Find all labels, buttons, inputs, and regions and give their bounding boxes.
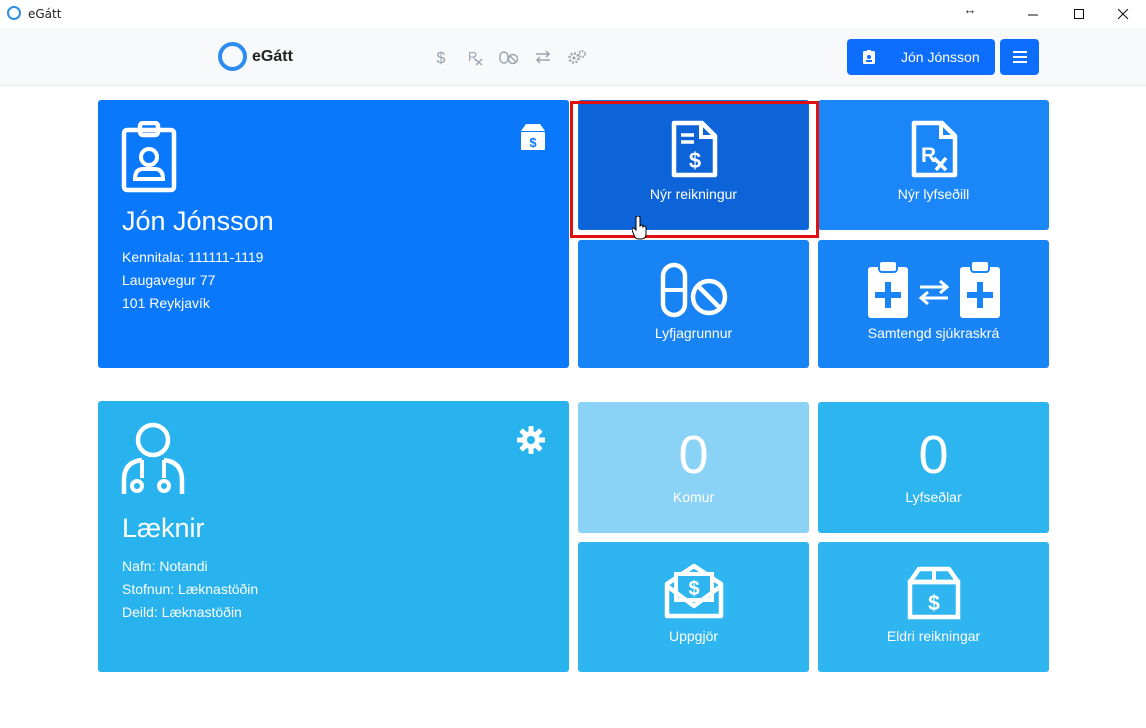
doctor-icon bbox=[121, 422, 185, 494]
hand-cursor-icon bbox=[632, 216, 647, 240]
hamburger-icon bbox=[1012, 51, 1027, 63]
svg-text:$: $ bbox=[529, 135, 537, 150]
window-title: eGátt bbox=[28, 7, 62, 21]
user-name-label: Jón Jónsson bbox=[901, 49, 980, 65]
patient-kennitala: Kennitala: 111111-1119 bbox=[122, 249, 264, 265]
dollar-icon[interactable]: $ bbox=[430, 46, 452, 68]
title-bar: eGátt ↔ bbox=[0, 0, 1146, 28]
app-window: eGátt ↔ eGátt $ R Jón Jónsson $ Jón Jóns… bbox=[0, 0, 1146, 728]
doctor-institution: Stofnun: Læknastöðin bbox=[122, 581, 259, 597]
user-profile-button[interactable]: Jón Jónsson bbox=[847, 39, 995, 75]
old-invoices-tile[interactable]: $ Eldri reikningar bbox=[818, 542, 1049, 672]
cogs-icon[interactable] bbox=[566, 46, 588, 68]
shared-record-label: Samtengd sjúkraskrá bbox=[867, 325, 1000, 341]
svg-text:$: $ bbox=[928, 592, 940, 615]
new-invoice-tile[interactable]: $ Nýr reikningur bbox=[578, 100, 809, 230]
menu-button[interactable] bbox=[1000, 39, 1039, 75]
patient-card: $ Jón Jónsson Kennitala: 111111-1119 Lau… bbox=[98, 100, 569, 368]
minimize-button[interactable] bbox=[1010, 0, 1056, 28]
brand-logo[interactable]: eGátt bbox=[218, 42, 293, 71]
logo-ring-icon bbox=[218, 42, 247, 71]
patient-address: Laugavegur 77 bbox=[122, 272, 216, 288]
maximize-icon bbox=[1073, 8, 1084, 19]
patient-city: 101 Reykjavík bbox=[122, 295, 210, 311]
pill-block-icon[interactable] bbox=[498, 46, 520, 68]
invoice-box-icon[interactable]: $ bbox=[519, 123, 547, 151]
prescriptions-count: 0 bbox=[918, 425, 949, 485]
visits-tile[interactable]: 0 Komur bbox=[578, 402, 809, 533]
svg-text:$: $ bbox=[688, 578, 699, 600]
new-prescription-label: Nýr lyfseðill bbox=[897, 186, 970, 202]
invoice-file-icon: $ bbox=[578, 120, 809, 178]
archive-box-icon: $ bbox=[818, 566, 1049, 620]
app-logo-icon bbox=[7, 6, 21, 20]
settlement-tile[interactable]: $ Uppgjör bbox=[578, 542, 809, 672]
patient-details: Kennitala: 111111-1119 Laugavegur 77 101… bbox=[122, 246, 263, 315]
settlement-label: Uppgjör bbox=[668, 628, 719, 644]
maximize-button[interactable] bbox=[1056, 0, 1102, 28]
old-invoices-label: Eldri reikningar bbox=[886, 628, 981, 644]
resize-cursor-icon: ↔ bbox=[963, 2, 977, 17]
drug-database-tile[interactable]: Lyfjagrunnur bbox=[578, 240, 809, 368]
patient-name: Jón Jónsson bbox=[122, 206, 274, 236]
close-icon bbox=[1117, 8, 1128, 19]
shared-record-icon bbox=[818, 260, 1049, 320]
doctor-department: Deild: Læknastöðin bbox=[122, 604, 242, 620]
visits-label: Komur bbox=[672, 489, 715, 505]
prescription-file-icon: R bbox=[818, 120, 1049, 178]
close-button[interactable] bbox=[1100, 0, 1146, 28]
pill-block-icon bbox=[578, 262, 809, 318]
nav-icons: $ R bbox=[430, 46, 588, 68]
brand-name: eGátt bbox=[252, 47, 293, 65]
top-navbar: eGátt $ R Jón Jónsson bbox=[0, 28, 1146, 86]
doctor-card: Læknir Nafn: Notandi Stofnun: Læknastöði… bbox=[98, 401, 569, 672]
prescription-icon[interactable]: R bbox=[464, 46, 486, 68]
svg-text:R: R bbox=[468, 49, 477, 64]
gear-icon[interactable] bbox=[517, 426, 545, 454]
prescriptions-count-tile[interactable]: 0 Lyfseðlar bbox=[818, 402, 1049, 533]
clipboard-user-icon bbox=[121, 121, 177, 193]
doctor-details: Nafn: Notandi Stofnun: Læknastöðin Deild… bbox=[122, 555, 258, 624]
svg-text:$: $ bbox=[437, 50, 446, 66]
new-prescription-tile[interactable]: R Nýr lyfseðill bbox=[818, 100, 1049, 230]
doctor-title: Læknir bbox=[122, 513, 205, 543]
prescriptions-count-label: Lyfseðlar bbox=[905, 489, 962, 505]
shared-record-tile[interactable]: Samtengd sjúkraskrá bbox=[818, 240, 1049, 368]
svg-text:R: R bbox=[921, 144, 936, 167]
exchange-icon[interactable] bbox=[532, 46, 554, 68]
visits-count: 0 bbox=[678, 425, 709, 485]
new-invoice-label: Nýr reikningur bbox=[649, 186, 738, 202]
envelope-dollar-icon: $ bbox=[578, 562, 809, 620]
minimize-icon bbox=[1027, 14, 1038, 15]
svg-text:$: $ bbox=[688, 148, 700, 173]
drug-database-label: Lyfjagrunnur bbox=[654, 325, 733, 341]
id-badge-icon bbox=[862, 50, 876, 64]
doctor-name: Nafn: Notandi bbox=[122, 558, 208, 574]
